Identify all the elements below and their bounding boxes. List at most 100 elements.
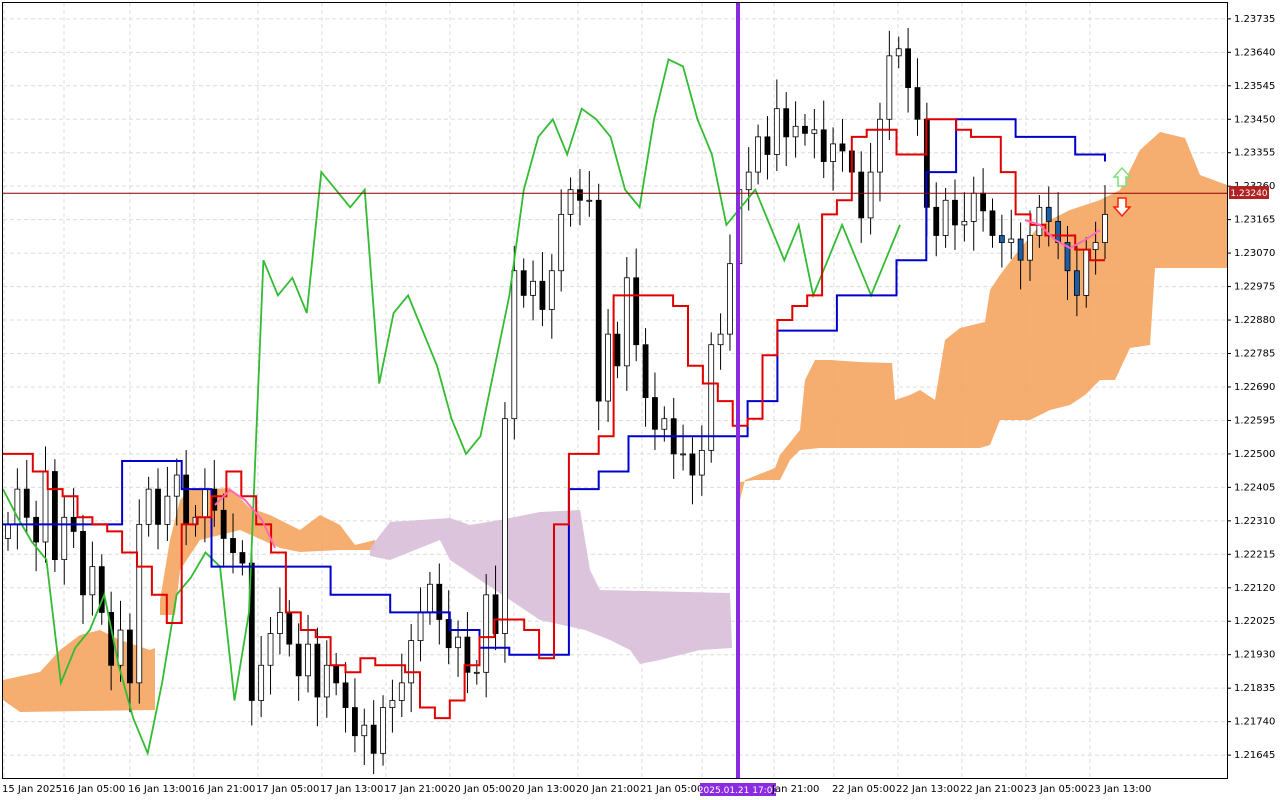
candle-body bbox=[905, 48, 912, 88]
candle-body bbox=[661, 418, 668, 430]
candle-body bbox=[380, 707, 386, 754]
y-tick-label: 1.23735 bbox=[1234, 14, 1275, 25]
candle-body bbox=[286, 612, 293, 645]
candle-body bbox=[595, 199, 602, 402]
candle-body bbox=[136, 523, 143, 684]
candle-body bbox=[33, 516, 40, 543]
candle-body bbox=[895, 48, 902, 57]
candle-body bbox=[464, 636, 471, 673]
x-tick-label: 17 Jan 21:00 bbox=[384, 784, 447, 795]
y-tick-label: 1.23545 bbox=[1234, 81, 1275, 92]
x-tick-label: 16 Jan 21:00 bbox=[192, 784, 255, 795]
candle-body bbox=[708, 344, 715, 451]
candle-body bbox=[1017, 238, 1024, 261]
candle-body bbox=[455, 636, 461, 649]
candle-body bbox=[295, 643, 302, 677]
candle-body bbox=[473, 671, 480, 674]
candle-body bbox=[530, 280, 536, 296]
y-tick-label: 1.22405 bbox=[1234, 482, 1275, 493]
candle-body bbox=[314, 643, 321, 698]
y-tick-label: 1.22785 bbox=[1234, 349, 1275, 360]
candle-body bbox=[867, 171, 874, 219]
current-price-label: 1.23240 bbox=[1230, 189, 1267, 199]
highlight-time-label: 2025.01.21 17:00 bbox=[698, 786, 779, 796]
time-axis: 15 Jan 2025 16 Jan 05:00 16 Jan 13:00 16 Ja… bbox=[2, 783, 1151, 796]
y-tick-label: 1.23450 bbox=[1234, 114, 1275, 125]
candle-body bbox=[502, 418, 508, 634]
candle-body bbox=[1055, 221, 1062, 243]
candle-body bbox=[577, 189, 583, 201]
x-tick-label: 20 Jan 05:00 bbox=[448, 784, 511, 795]
candle-body bbox=[605, 333, 611, 402]
candle-body bbox=[323, 664, 330, 698]
candle-body bbox=[877, 118, 883, 173]
candle-body bbox=[239, 552, 246, 564]
candle-body bbox=[267, 633, 274, 666]
candle-body bbox=[1045, 206, 1052, 222]
candle-body bbox=[1102, 213, 1108, 243]
candle-body bbox=[23, 488, 30, 518]
candle-body bbox=[1008, 238, 1015, 243]
candle-body bbox=[352, 707, 358, 737]
candle-body bbox=[614, 333, 621, 367]
candle-body bbox=[839, 143, 846, 152]
candle-body bbox=[727, 263, 733, 335]
y-tick-label: 1.22310 bbox=[1234, 516, 1275, 527]
candle-body bbox=[689, 453, 696, 476]
candle-body bbox=[511, 270, 518, 420]
candle-body bbox=[886, 55, 893, 120]
candle-body bbox=[483, 594, 490, 673]
y-tick-label: 1.21645 bbox=[1234, 750, 1275, 761]
x-tick-label: 23 Jan 05:00 bbox=[1024, 784, 1087, 795]
candle-body bbox=[1083, 249, 1090, 296]
candle-body bbox=[942, 199, 949, 236]
candle-body bbox=[164, 495, 171, 525]
candle-body bbox=[230, 538, 236, 553]
candle-body bbox=[970, 192, 977, 222]
candle-body bbox=[89, 566, 96, 596]
candle-body bbox=[755, 136, 761, 173]
current-price-tag: 1.23240 bbox=[1229, 186, 1269, 199]
candle-body bbox=[717, 333, 724, 346]
candle-body bbox=[80, 531, 86, 596]
candle-body bbox=[145, 488, 152, 525]
candle-body bbox=[802, 125, 808, 134]
candle-body bbox=[173, 474, 180, 497]
candle-body bbox=[117, 629, 124, 666]
candle-body bbox=[773, 108, 780, 155]
candle-body bbox=[633, 277, 640, 346]
candle-body bbox=[1073, 270, 1080, 296]
candle-body bbox=[5, 523, 11, 539]
y-tick-label: 1.23070 bbox=[1234, 248, 1275, 259]
candle-body bbox=[258, 664, 265, 701]
candle-body bbox=[989, 210, 996, 236]
ichimoku-chart: 1.23735 1.23640 1.23545 1.23450 1.23355 1.232… bbox=[0, 0, 1280, 800]
x-tick-label: 22 Jan 05:00 bbox=[832, 784, 895, 795]
candle-body bbox=[1027, 235, 1033, 261]
y-tick-label: 1.22595 bbox=[1234, 415, 1275, 426]
y-tick-label: 1.22215 bbox=[1234, 549, 1275, 560]
y-tick-label: 1.21930 bbox=[1234, 650, 1275, 661]
candle-body bbox=[642, 344, 649, 398]
y-tick-label: 1.22690 bbox=[1234, 382, 1275, 393]
candle-body bbox=[398, 682, 405, 701]
x-tick-label: 16 Jan 13:00 bbox=[128, 784, 191, 795]
candle-body bbox=[933, 206, 940, 236]
candle-body bbox=[126, 629, 133, 684]
candle-body bbox=[220, 509, 227, 539]
candle-body bbox=[764, 136, 771, 155]
x-tick-label: Jan 21:00 bbox=[771, 784, 819, 795]
x-tick-label: 16 Jan 05:00 bbox=[62, 784, 125, 795]
candle-body bbox=[820, 129, 827, 162]
candle-body bbox=[305, 643, 311, 677]
candle-body bbox=[201, 488, 208, 518]
candle-body bbox=[548, 270, 555, 310]
candle-body bbox=[914, 87, 921, 120]
candle-body bbox=[436, 583, 443, 620]
candle-body bbox=[277, 612, 283, 634]
candle-body bbox=[680, 453, 686, 456]
candle-body bbox=[783, 108, 790, 138]
candle-body bbox=[811, 129, 818, 134]
candle-body bbox=[183, 474, 190, 525]
x-tick-label: 22 Jan 13:00 bbox=[896, 784, 959, 795]
